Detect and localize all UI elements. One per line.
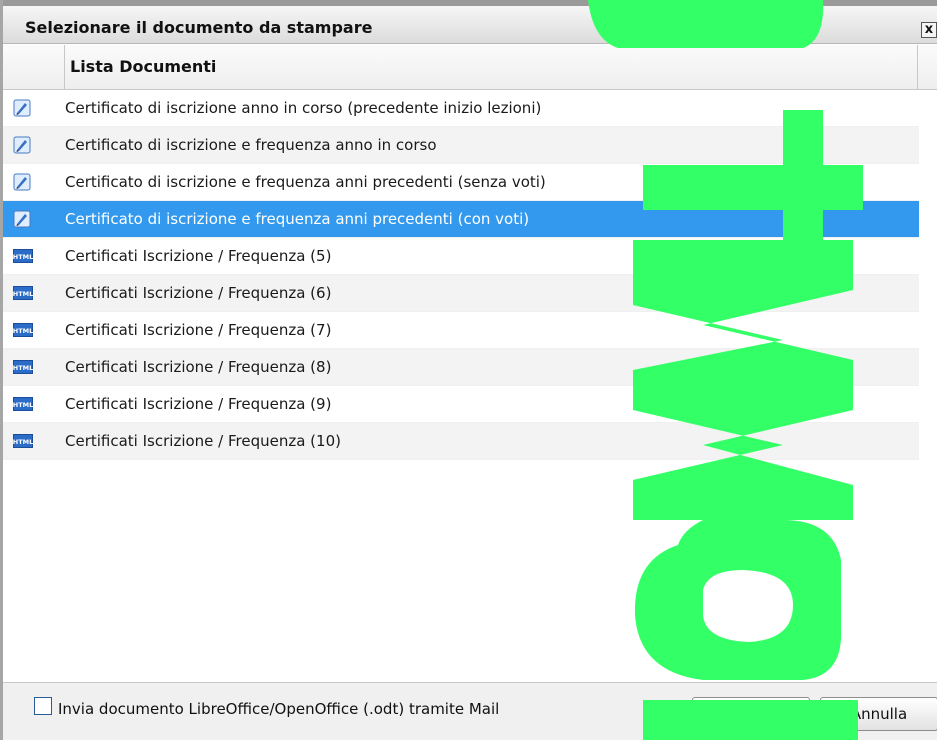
list-item[interactable]: HTML Certificati Iscrizione / Frequenza (… bbox=[3, 386, 919, 423]
dialog-footer: Invia documento LibreOffice/OpenOffice (… bbox=[3, 682, 937, 740]
document-list-column-header[interactable]: Lista Documenti bbox=[65, 45, 918, 89]
list-item-label: Certificati Iscrizione / Frequenza (8) bbox=[65, 358, 332, 376]
list-item-label: Certificati Iscrizione / Frequenza (9) bbox=[65, 395, 332, 413]
list-item-label: Certificato di iscrizione e frequenza an… bbox=[65, 210, 530, 228]
html-document-icon: HTML bbox=[13, 360, 33, 378]
list-item-label: Certificato di iscrizione e frequenza an… bbox=[65, 173, 546, 191]
confirm-button[interactable]: Conferma bbox=[692, 697, 810, 731]
print-document-dialog: Selezionare il documento da stampare x L… bbox=[0, 0, 937, 740]
column-header-label: Lista Documenti bbox=[70, 57, 217, 76]
svg-text:HTML: HTML bbox=[13, 253, 33, 261]
close-icon[interactable]: x bbox=[921, 22, 937, 38]
grid-header: Lista Documenti bbox=[3, 45, 937, 90]
edit-document-icon bbox=[13, 136, 33, 154]
list-item-label: Certificati Iscrizione / Frequenza (5) bbox=[65, 247, 332, 265]
list-item[interactable]: Certificato di iscrizione e frequenza an… bbox=[3, 127, 919, 164]
html-document-icon: HTML bbox=[13, 249, 33, 267]
list-item[interactable]: Certificato di iscrizione e frequenza an… bbox=[3, 164, 919, 201]
svg-text:HTML: HTML bbox=[13, 438, 33, 446]
svg-text:HTML: HTML bbox=[13, 327, 33, 335]
cancel-button[interactable]: Annulla bbox=[820, 697, 937, 731]
list-item[interactable]: HTML Certificati Iscrizione / Frequenza (… bbox=[3, 275, 919, 312]
focus-ring bbox=[697, 701, 805, 727]
html-document-icon: HTML bbox=[13, 434, 33, 452]
dialog-title: Selezionare il documento da stampare bbox=[25, 18, 373, 37]
list-item-label: Certificati Iscrizione / Frequenza (7) bbox=[65, 321, 332, 339]
svg-text:HTML: HTML bbox=[13, 290, 33, 298]
edit-document-icon bbox=[13, 210, 33, 228]
svg-text:HTML: HTML bbox=[13, 401, 33, 409]
send-mail-checkbox[interactable] bbox=[34, 697, 52, 715]
html-document-icon: HTML bbox=[13, 397, 33, 415]
list-item[interactable]: HTML Certificati Iscrizione / Frequenza (… bbox=[3, 238, 919, 275]
list-item[interactable]: HTML Certificati Iscrizione / Frequenza (… bbox=[3, 349, 919, 386]
list-item[interactable]: Certificato di iscrizione anno in corso … bbox=[3, 90, 919, 127]
list-item[interactable]: HTML Certificati Iscrizione / Frequenza (… bbox=[3, 312, 919, 349]
document-list: Certificato di iscrizione anno in corso … bbox=[3, 90, 919, 460]
html-document-icon: HTML bbox=[13, 286, 33, 304]
list-item[interactable]: HTML Certificati Iscrizione / Frequenza (… bbox=[3, 423, 919, 460]
send-mail-checkbox-label[interactable]: Invia documento LibreOffice/OpenOffice (… bbox=[58, 700, 499, 718]
cancel-button-label: Annulla bbox=[850, 705, 908, 723]
list-item-label: Certificato di iscrizione anno in corso … bbox=[65, 99, 542, 117]
icon-column-header bbox=[3, 45, 65, 89]
list-item-label: Certificati Iscrizione / Frequenza (6) bbox=[65, 284, 332, 302]
list-item-label: Certificati Iscrizione / Frequenza (10) bbox=[65, 432, 341, 450]
edit-document-icon bbox=[13, 173, 33, 191]
list-item-label: Certificato di iscrizione e frequenza an… bbox=[65, 136, 437, 154]
html-document-icon: HTML bbox=[13, 323, 33, 341]
list-item[interactable]: Certificato di iscrizione e frequenza an… bbox=[3, 201, 919, 238]
edit-document-icon bbox=[13, 99, 33, 117]
svg-text:HTML: HTML bbox=[13, 364, 33, 372]
dialog-titlebar[interactable]: Selezionare il documento da stampare x bbox=[3, 0, 937, 44]
